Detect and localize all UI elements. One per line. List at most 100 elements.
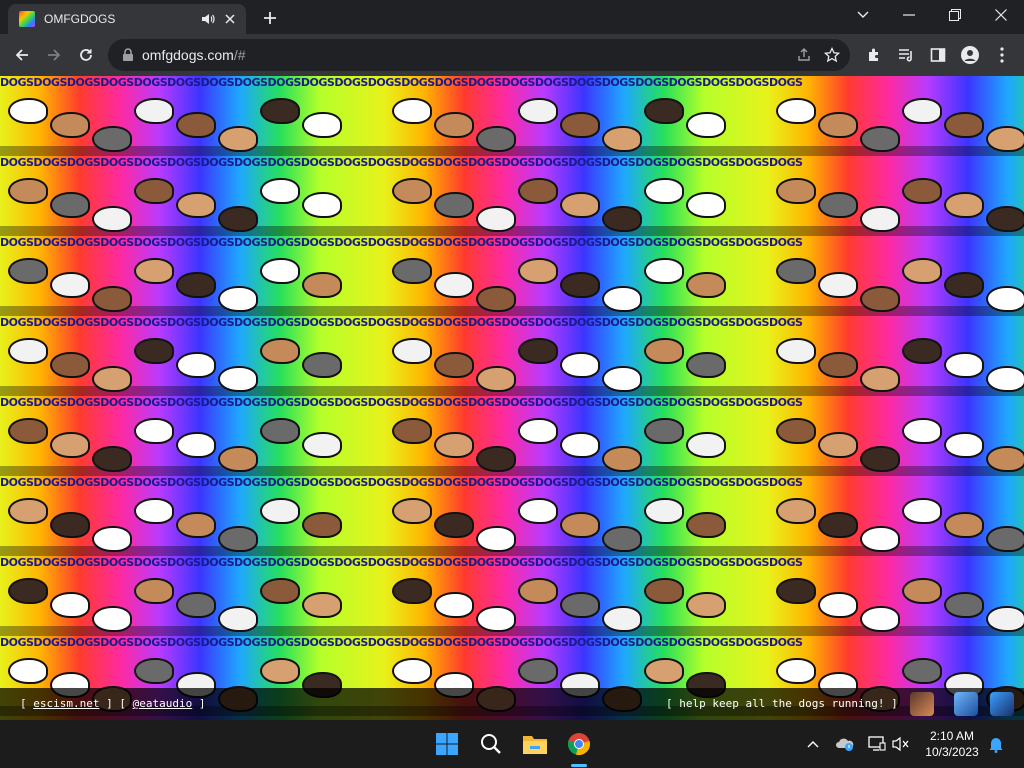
dog-sprite xyxy=(602,126,642,152)
page-footer-bar: [ escism.net ] [ @eataudio ] [ help keep… xyxy=(0,688,1024,720)
dog-sprite xyxy=(218,526,258,552)
dog-sprite xyxy=(686,272,726,298)
dog-sprite xyxy=(776,658,816,684)
onedrive-icon[interactable] xyxy=(835,734,855,754)
dog-sprite xyxy=(560,432,600,458)
tab-strip: OMFGDOGS xyxy=(0,0,1024,34)
dog-sprite xyxy=(260,418,300,444)
share-icon[interactable] xyxy=(790,41,818,69)
dog-sprite xyxy=(50,592,90,618)
donate-link[interactable]: [ help keep all the dogs running! ] xyxy=(666,697,898,710)
dog-sprite xyxy=(902,178,942,204)
reload-button[interactable] xyxy=(72,41,100,69)
dog-sprite xyxy=(8,498,48,524)
dog-sprite xyxy=(260,498,300,524)
eataudio-link[interactable]: @eataudio xyxy=(133,697,193,710)
chrome-icon[interactable] xyxy=(565,730,593,758)
dog-sprite xyxy=(518,578,558,604)
dog-sprite xyxy=(776,338,816,364)
dog-sprite xyxy=(776,98,816,124)
notification-bell-icon[interactable] xyxy=(986,734,1006,754)
profile-button[interactable] xyxy=(956,41,984,69)
minimize-button[interactable] xyxy=(886,0,932,30)
menu-button[interactable] xyxy=(988,41,1016,69)
tab-search-button[interactable] xyxy=(840,0,886,30)
dog-sprite xyxy=(944,352,984,378)
dog-sprite xyxy=(92,606,132,632)
speaker-icon[interactable] xyxy=(200,11,216,27)
dog-sprite xyxy=(518,338,558,364)
close-window-button[interactable] xyxy=(978,0,1024,30)
dog-sprite xyxy=(986,446,1024,472)
dog-sprite xyxy=(134,418,174,444)
dog-sprite xyxy=(776,178,816,204)
windows-start-icon[interactable] xyxy=(433,730,461,758)
close-icon xyxy=(995,9,1007,21)
dog-sprite xyxy=(134,658,174,684)
back-button[interactable] xyxy=(8,41,36,69)
dog-sprite xyxy=(8,258,48,284)
dog-row: DOGSDOGSDOGSDOGSDOGSDOGSDOGSDOGSDOGSDOGS… xyxy=(0,476,1024,556)
dog-sprite xyxy=(518,178,558,204)
escism-link[interactable]: escism.net xyxy=(33,697,99,710)
dog-sprite xyxy=(944,432,984,458)
dog-sprite xyxy=(560,592,600,618)
restore-icon xyxy=(949,9,961,21)
dog-sprite xyxy=(302,512,342,538)
minimize-icon xyxy=(903,14,915,16)
dog-row: DOGSDOGSDOGSDOGSDOGSDOGSDOGSDOGSDOGSDOGS… xyxy=(0,76,1024,156)
dog-sprite xyxy=(944,272,984,298)
dog-sprite xyxy=(560,272,600,298)
search-icon[interactable] xyxy=(477,730,505,758)
character-icon[interactable] xyxy=(990,692,1014,716)
lock-icon[interactable] xyxy=(120,47,136,63)
forward-button[interactable] xyxy=(40,41,68,69)
dog-sprite xyxy=(518,98,558,124)
dog-sprite xyxy=(860,206,900,232)
dog-sprite xyxy=(50,512,90,538)
back-arrow-icon xyxy=(15,49,28,61)
dog-sprite xyxy=(644,98,684,124)
dog-sprite xyxy=(776,578,816,604)
dog-sprite xyxy=(134,578,174,604)
muted-speaker-icon[interactable] xyxy=(891,734,911,754)
dog-sprite xyxy=(518,658,558,684)
media-control-button[interactable] xyxy=(892,41,920,69)
bracket: ] xyxy=(198,697,206,710)
dog-sprite xyxy=(8,578,48,604)
dog-sprite xyxy=(392,658,432,684)
dog-sprite xyxy=(818,272,858,298)
dog-sprite xyxy=(644,178,684,204)
dog-sprite xyxy=(560,112,600,138)
chevron-down-icon xyxy=(857,11,869,18)
character-icon[interactable] xyxy=(954,692,978,716)
dog-sprite xyxy=(92,206,132,232)
dog-sprite xyxy=(50,192,90,218)
dog-sprite xyxy=(260,338,300,364)
restore-button[interactable] xyxy=(932,0,978,30)
dog-sprite xyxy=(434,592,474,618)
system-clock[interactable]: 2:10 AM 10/3/2023 xyxy=(918,728,986,760)
dog-sprite xyxy=(860,126,900,152)
url-text[interactable]: omfgdogs.com/# xyxy=(142,47,790,63)
star-icon[interactable] xyxy=(818,41,846,69)
dog-sprite xyxy=(260,258,300,284)
dog-icon[interactable] xyxy=(910,692,934,716)
close-tab-icon[interactable] xyxy=(222,11,238,27)
dogs-banner-text: DOGSDOGSDOGSDOGSDOGSDOGSDOGSDOGSDOGSDOGS… xyxy=(0,156,803,169)
dog-sprite xyxy=(392,258,432,284)
dog-sprite xyxy=(392,498,432,524)
address-bar[interactable]: omfgdogs.com/# xyxy=(108,39,850,71)
chevron-up-icon[interactable] xyxy=(803,734,823,754)
side-panel-button[interactable] xyxy=(924,41,952,69)
tab-omfgdogs[interactable]: OMFGDOGS xyxy=(8,4,246,34)
file-explorer-icon[interactable] xyxy=(521,730,549,758)
new-tab-button[interactable] xyxy=(258,6,282,30)
clock-time: 2:10 AM xyxy=(929,729,975,743)
dog-sprite xyxy=(602,206,642,232)
dog-sprite xyxy=(476,286,516,312)
dog-sprite xyxy=(902,418,942,444)
display-icon[interactable] xyxy=(867,734,887,754)
dog-sprite xyxy=(644,338,684,364)
extensions-button[interactable] xyxy=(860,41,888,69)
